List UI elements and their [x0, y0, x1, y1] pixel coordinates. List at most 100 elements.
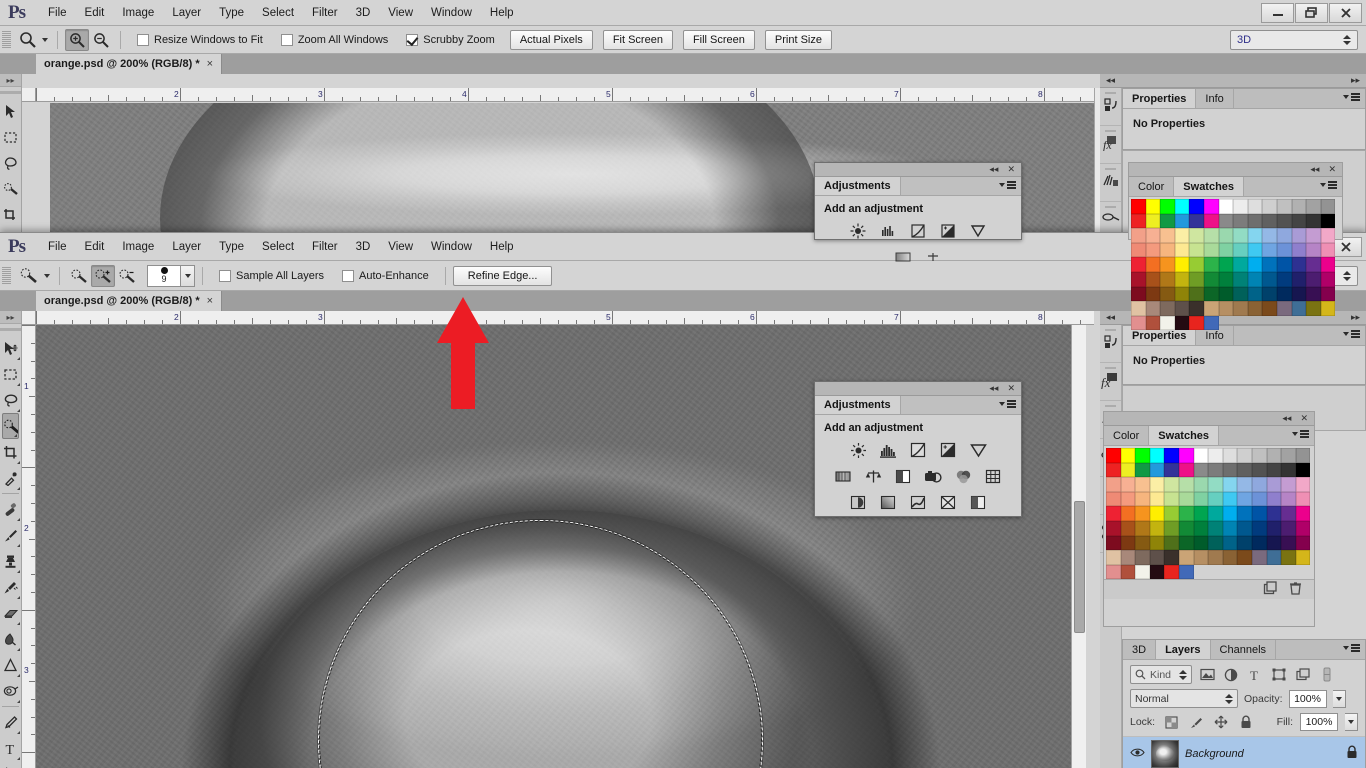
- color-swatch[interactable]: [1266, 506, 1282, 521]
- tool-lasso[interactable]: [0, 387, 21, 413]
- panel-collapse-bar-front[interactable]: ◂◂ ✕: [1104, 412, 1314, 426]
- brightness-contrast-icon[interactable]: [847, 221, 869, 241]
- tool-eraser[interactable]: [0, 600, 21, 626]
- subtract-from-selection-button[interactable]: [115, 265, 139, 287]
- rail-styles-fx-icon[interactable]: fx: [1100, 363, 1121, 401]
- brush-size-field[interactable]: 9: [147, 264, 181, 287]
- menu-type[interactable]: Type: [210, 3, 253, 23]
- color-swatch[interactable]: [1276, 242, 1292, 258]
- threshold-icon[interactable]: [907, 492, 929, 512]
- color-swatch[interactable]: [1135, 506, 1150, 521]
- color-swatch[interactable]: [1164, 564, 1179, 580]
- tab-adjustments[interactable]: Adjustments: [815, 177, 901, 195]
- scrollbar-thumb[interactable]: [1074, 501, 1085, 633]
- color-swatch[interactable]: [1291, 301, 1307, 316]
- color-swatch[interactable]: [1203, 257, 1219, 272]
- color-swatch[interactable]: [1320, 213, 1336, 229]
- color-swatch[interactable]: [1218, 213, 1234, 229]
- close-icon[interactable]: ×: [207, 295, 213, 307]
- color-swatch[interactable]: [1295, 550, 1311, 565]
- color-swatch[interactable]: [1208, 477, 1223, 492]
- color-swatch[interactable]: [1247, 199, 1263, 214]
- color-swatch[interactable]: [1203, 213, 1219, 229]
- delete-swatch-icon[interactable]: [1289, 581, 1302, 598]
- color-swatch[interactable]: [1320, 286, 1336, 302]
- checkbox-box[interactable]: [342, 269, 355, 282]
- color-swatch[interactable]: [1218, 271, 1234, 287]
- color-swatch[interactable]: [1131, 315, 1146, 331]
- color-swatch[interactable]: [1160, 228, 1175, 243]
- color-swatch[interactable]: [1178, 477, 1194, 492]
- color-swatch[interactable]: [1178, 491, 1194, 507]
- color-swatch[interactable]: [1120, 448, 1136, 463]
- adjustments-tabs-back[interactable]: Adjustments: [815, 177, 1021, 196]
- color-swatch[interactable]: [1106, 491, 1121, 507]
- rail-history-icon[interactable]: [1100, 325, 1121, 363]
- color-swatch[interactable]: [1120, 477, 1136, 492]
- color-swatch[interactable]: [1276, 228, 1292, 243]
- color-swatch[interactable]: [1131, 257, 1146, 272]
- lock-position-icon[interactable]: [1212, 713, 1230, 731]
- spinner-icon[interactable]: [1179, 669, 1187, 680]
- color-swatch[interactable]: [1145, 301, 1161, 316]
- color-swatch[interactable]: [1135, 462, 1150, 478]
- lock-transparent-pixels-icon[interactable]: [1162, 713, 1180, 731]
- color-swatch[interactable]: [1251, 550, 1267, 565]
- color-swatch[interactable]: [1281, 448, 1296, 463]
- levels-icon[interactable]: [877, 440, 899, 460]
- tab-color[interactable]: Color: [1104, 426, 1150, 445]
- color-swatch[interactable]: [1160, 315, 1175, 331]
- color-swatch[interactable]: [1145, 286, 1161, 302]
- refine-edge-button[interactable]: Refine Edge...: [452, 265, 553, 286]
- menu-file[interactable]: File: [39, 3, 76, 23]
- color-swatch[interactable]: [1189, 286, 1204, 302]
- color-swatch[interactable]: [1295, 535, 1311, 551]
- menu-view[interactable]: View: [379, 237, 422, 257]
- color-swatch[interactable]: [1135, 550, 1150, 565]
- menu-select[interactable]: Select: [253, 3, 303, 23]
- opacity-dropdown-button[interactable]: [1332, 689, 1346, 708]
- panel-menu-icon[interactable]: [1343, 330, 1360, 338]
- hue-saturation-icon[interactable]: [832, 466, 854, 486]
- menu-type[interactable]: Type: [210, 237, 253, 257]
- menu-filter[interactable]: Filter: [303, 3, 347, 23]
- layer-kind-filter[interactable]: Kind: [1130, 665, 1192, 684]
- color-swatch[interactable]: [1193, 535, 1209, 551]
- color-swatch[interactable]: [1208, 491, 1223, 507]
- color-swatch[interactable]: [1164, 448, 1179, 463]
- checkbox-box[interactable]: [219, 269, 231, 282]
- current-tool-zoom-icon[interactable]: [17, 31, 50, 49]
- color-swatch[interactable]: [1291, 271, 1307, 287]
- color-swatch[interactable]: [1291, 242, 1307, 258]
- color-swatch[interactable]: [1291, 257, 1307, 272]
- levels-icon[interactable]: [877, 221, 899, 241]
- ruler-horizontal-front[interactable]: 2 3 5 6 7 8: [36, 311, 1094, 325]
- color-swatch[interactable]: [1281, 520, 1296, 536]
- color-swatch[interactable]: [1233, 213, 1248, 229]
- color-swatches-tabs-back[interactable]: Color Swatches: [1129, 177, 1342, 197]
- menu-help[interactable]: Help: [481, 3, 523, 23]
- color-swatch[interactable]: [1295, 491, 1311, 507]
- chevron-down-icon[interactable]: [42, 37, 48, 42]
- workspace-selector-back[interactable]: 3D: [1230, 30, 1358, 50]
- tool-blur[interactable]: [0, 652, 21, 678]
- tab-properties[interactable]: Properties: [1123, 89, 1197, 108]
- checkbox-box[interactable]: [406, 33, 419, 46]
- new-swatch-icon[interactable]: [1263, 581, 1277, 598]
- color-swatch[interactable]: [1160, 213, 1175, 229]
- color-swatch[interactable]: [1251, 491, 1267, 507]
- layer-row-background[interactable]: Background: [1123, 736, 1365, 768]
- collapse-icon[interactable]: ◂◂: [1282, 413, 1291, 424]
- vibrance-icon[interactable]: [967, 440, 989, 460]
- add-to-selection-button[interactable]: [91, 264, 115, 287]
- color-swatch[interactable]: [1320, 301, 1336, 316]
- posterize-icon[interactable]: [877, 492, 899, 512]
- color-swatch[interactable]: [1218, 199, 1234, 214]
- color-swatch[interactable]: [1120, 535, 1136, 551]
- tool-crop-back[interactable]: [0, 202, 21, 228]
- color-swatch[interactable]: [1247, 301, 1263, 316]
- color-swatch[interactable]: [1135, 491, 1150, 507]
- color-swatch[interactable]: [1174, 315, 1190, 331]
- color-swatch[interactable]: [1120, 506, 1136, 521]
- color-swatch[interactable]: [1208, 462, 1223, 478]
